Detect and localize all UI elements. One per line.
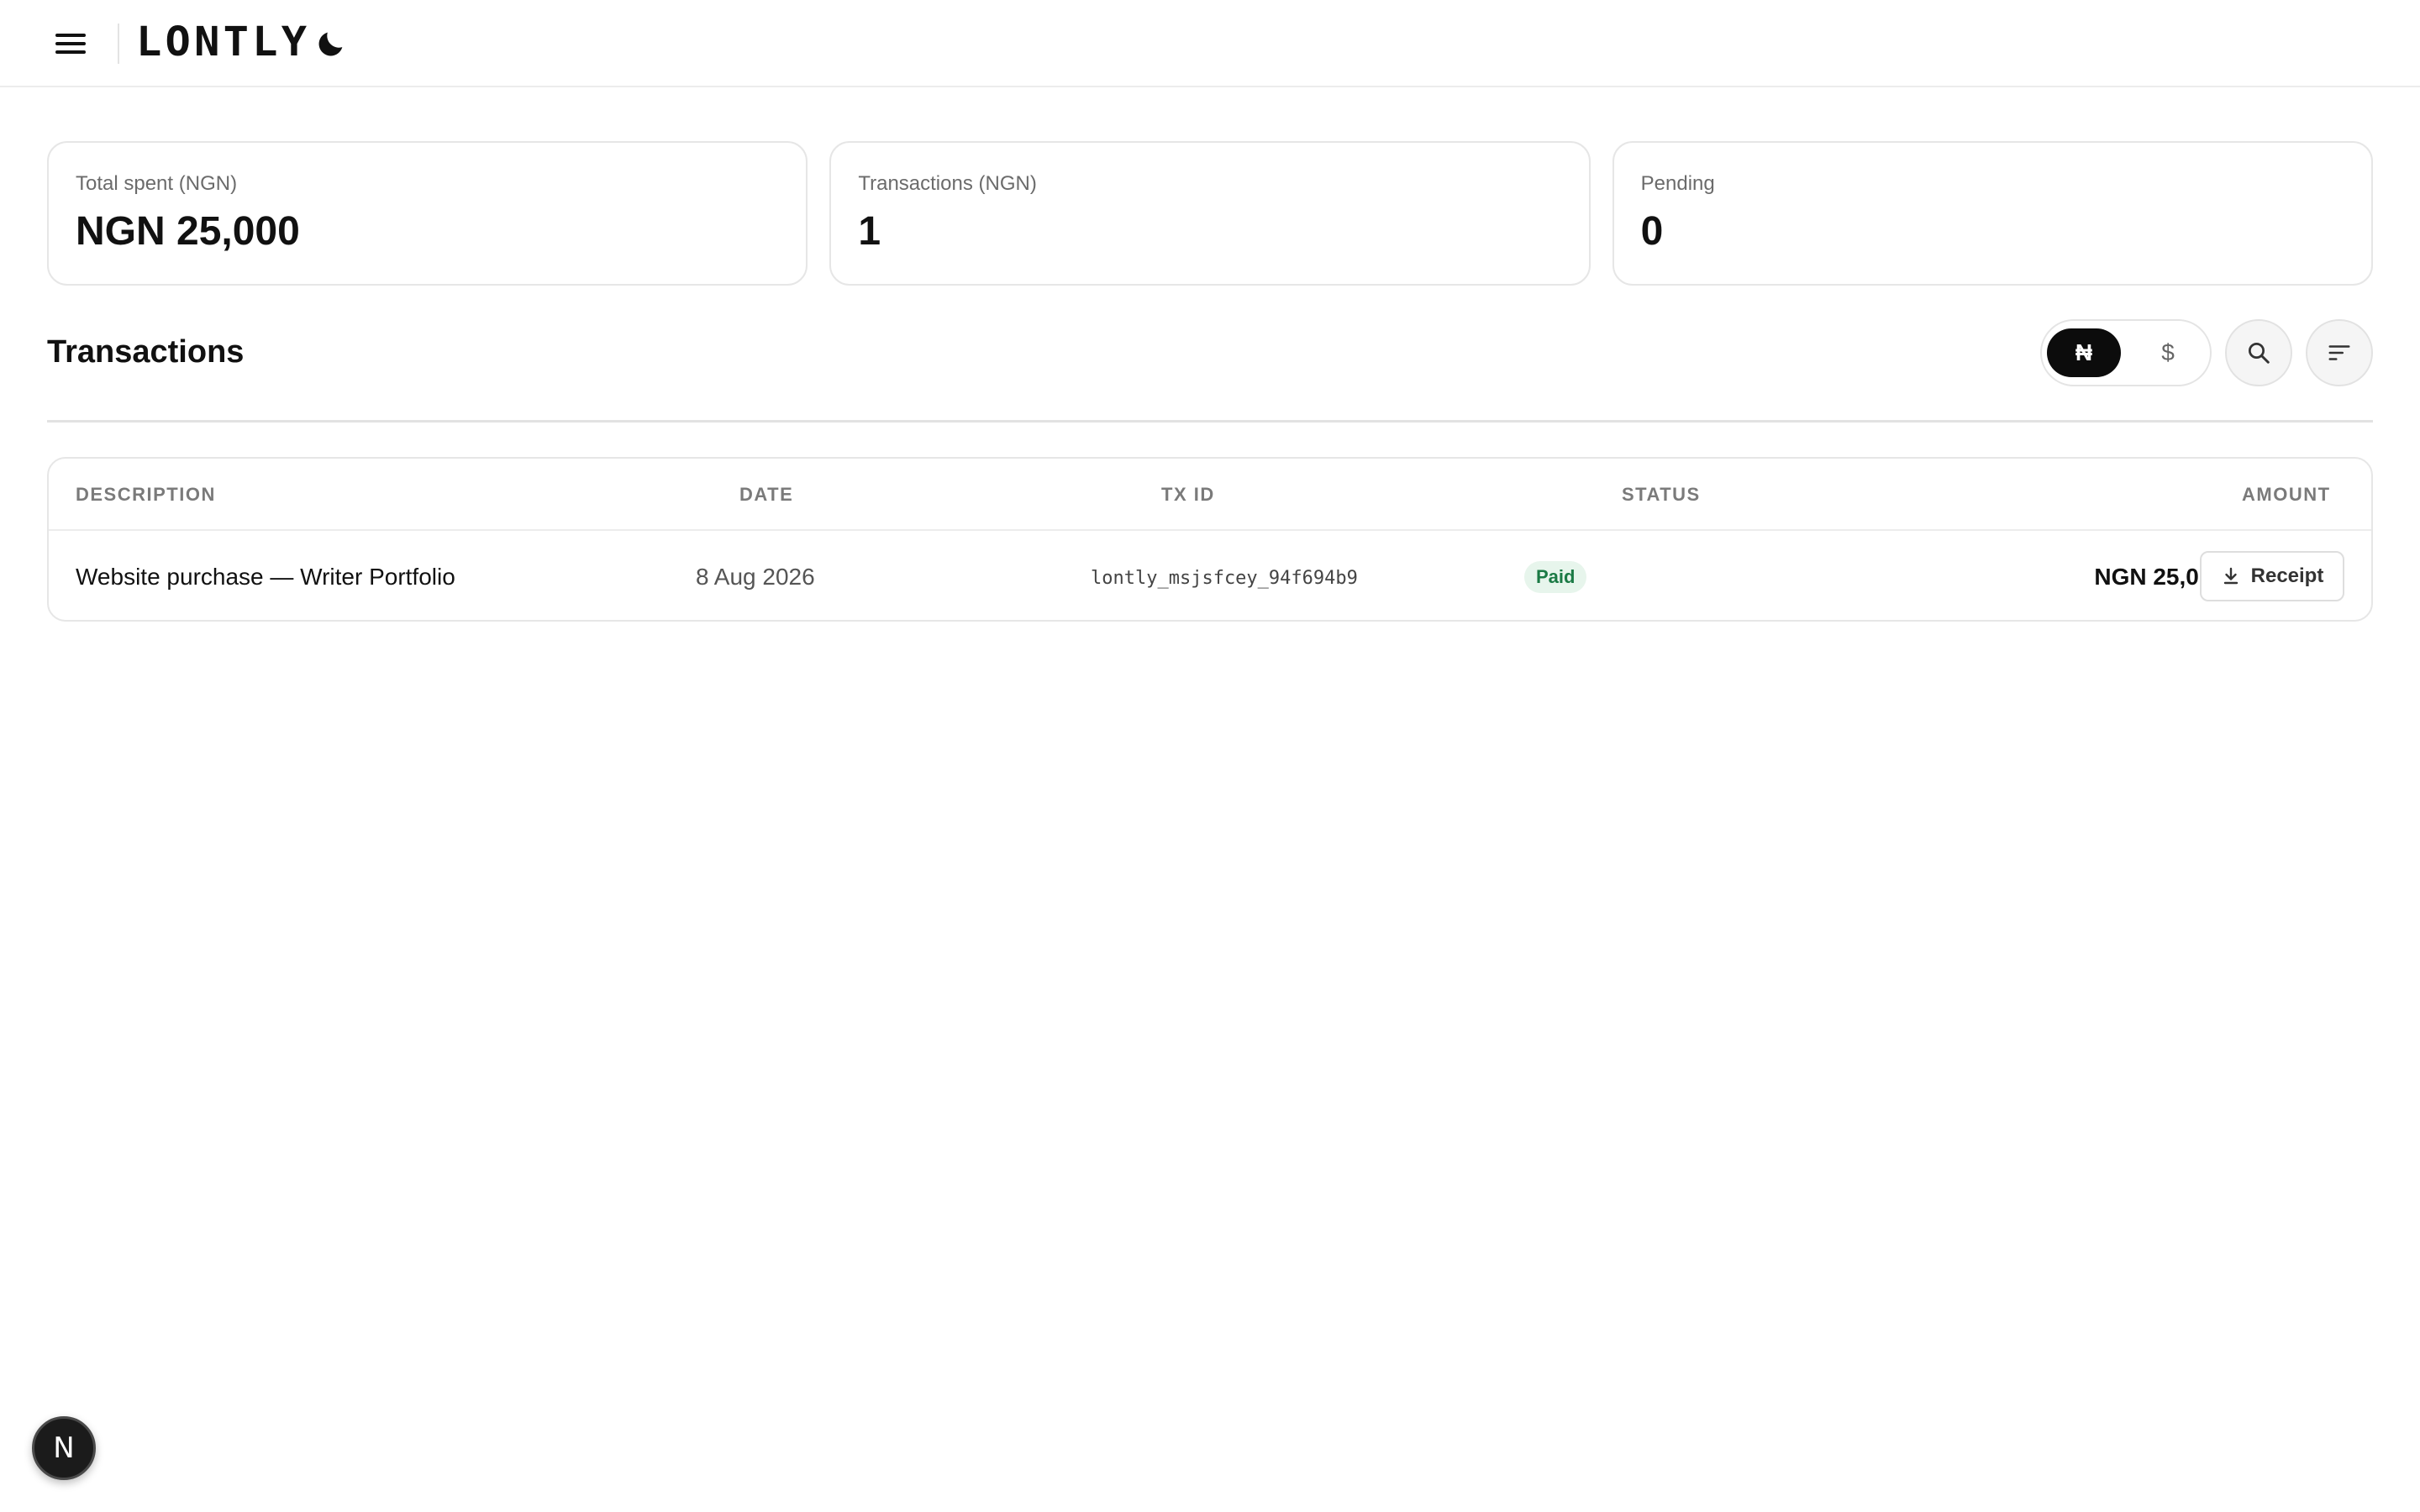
topbar-divider — [118, 24, 119, 64]
fab-letter: N — [53, 1431, 75, 1465]
column-header-description[interactable]: DESCRIPTION — [76, 484, 216, 506]
stat-label: Pending — [1640, 172, 1715, 195]
hamburger-menu-icon[interactable] — [54, 29, 87, 59]
transaction-amount: NGN 25,000 — [2094, 564, 2225, 590]
logo[interactable]: LONTLY — [136, 18, 310, 66]
stat-card-transactions: Transactions (NGN) 1 — [829, 141, 1591, 286]
status-badge: Paid — [1524, 561, 1587, 593]
sort-filter-icon — [2328, 345, 2350, 360]
column-header-status[interactable]: STATUS — [1622, 484, 1701, 506]
currency-toggle: ₦ $ — [2040, 319, 2212, 386]
transactions-table: DESCRIPTION DATE TX ID STATUS AMOUNT Web… — [47, 457, 2373, 622]
transaction-description: Website purchase — Writer Portfolio — [76, 564, 455, 590]
section-title: Transactions — [47, 334, 245, 370]
column-header-tx-id[interactable]: TX ID — [1161, 484, 1215, 506]
column-header-date[interactable]: DATE — [739, 484, 793, 506]
stats-row: Total spent (NGN) NGN 25,000 Transaction… — [47, 141, 2373, 286]
filter-button[interactable] — [2306, 319, 2373, 386]
transaction-id: lontly_msjsfcey_94f694b9 — [1091, 568, 1358, 589]
search-button[interactable] — [2225, 319, 2292, 386]
menu-line — [55, 50, 86, 54]
stat-label: Total spent (NGN) — [76, 172, 238, 195]
section-divider — [47, 420, 2373, 423]
download-icon — [2223, 567, 2238, 585]
stat-label: Transactions (NGN) — [858, 172, 1037, 195]
column-header-amount[interactable]: AMOUNT — [2242, 484, 2331, 506]
currency-option-dollar[interactable]: $ — [2131, 328, 2205, 377]
menu-line — [55, 42, 86, 45]
moon-icon[interactable] — [314, 27, 348, 60]
table-row[interactable]: Website purchase — Writer Portfolio 8 Au… — [49, 531, 2371, 620]
search-icon — [2249, 343, 2270, 364]
receipt-button[interactable]: Receipt — [2200, 551, 2344, 601]
top-bar: LONTLY — [0, 0, 2420, 87]
floating-action-button[interactable]: N — [32, 1416, 96, 1480]
currency-option-naira[interactable]: ₦ — [2047, 328, 2121, 377]
receipt-button-label: Receipt — [2250, 564, 2324, 587]
stat-value: 1 — [858, 209, 881, 254]
table-header: DESCRIPTION DATE TX ID STATUS AMOUNT — [49, 459, 2371, 531]
stat-value: NGN 25,000 — [76, 209, 300, 254]
stat-card-pending: Pending 0 — [1612, 141, 2373, 286]
stat-card-total-spent: Total spent (NGN) NGN 25,000 — [47, 141, 808, 286]
menu-line — [55, 34, 86, 37]
moon-icon-svg — [318, 32, 343, 56]
stat-value: 0 — [1640, 209, 1664, 254]
transaction-date: 8 Aug 2026 — [696, 564, 815, 590]
